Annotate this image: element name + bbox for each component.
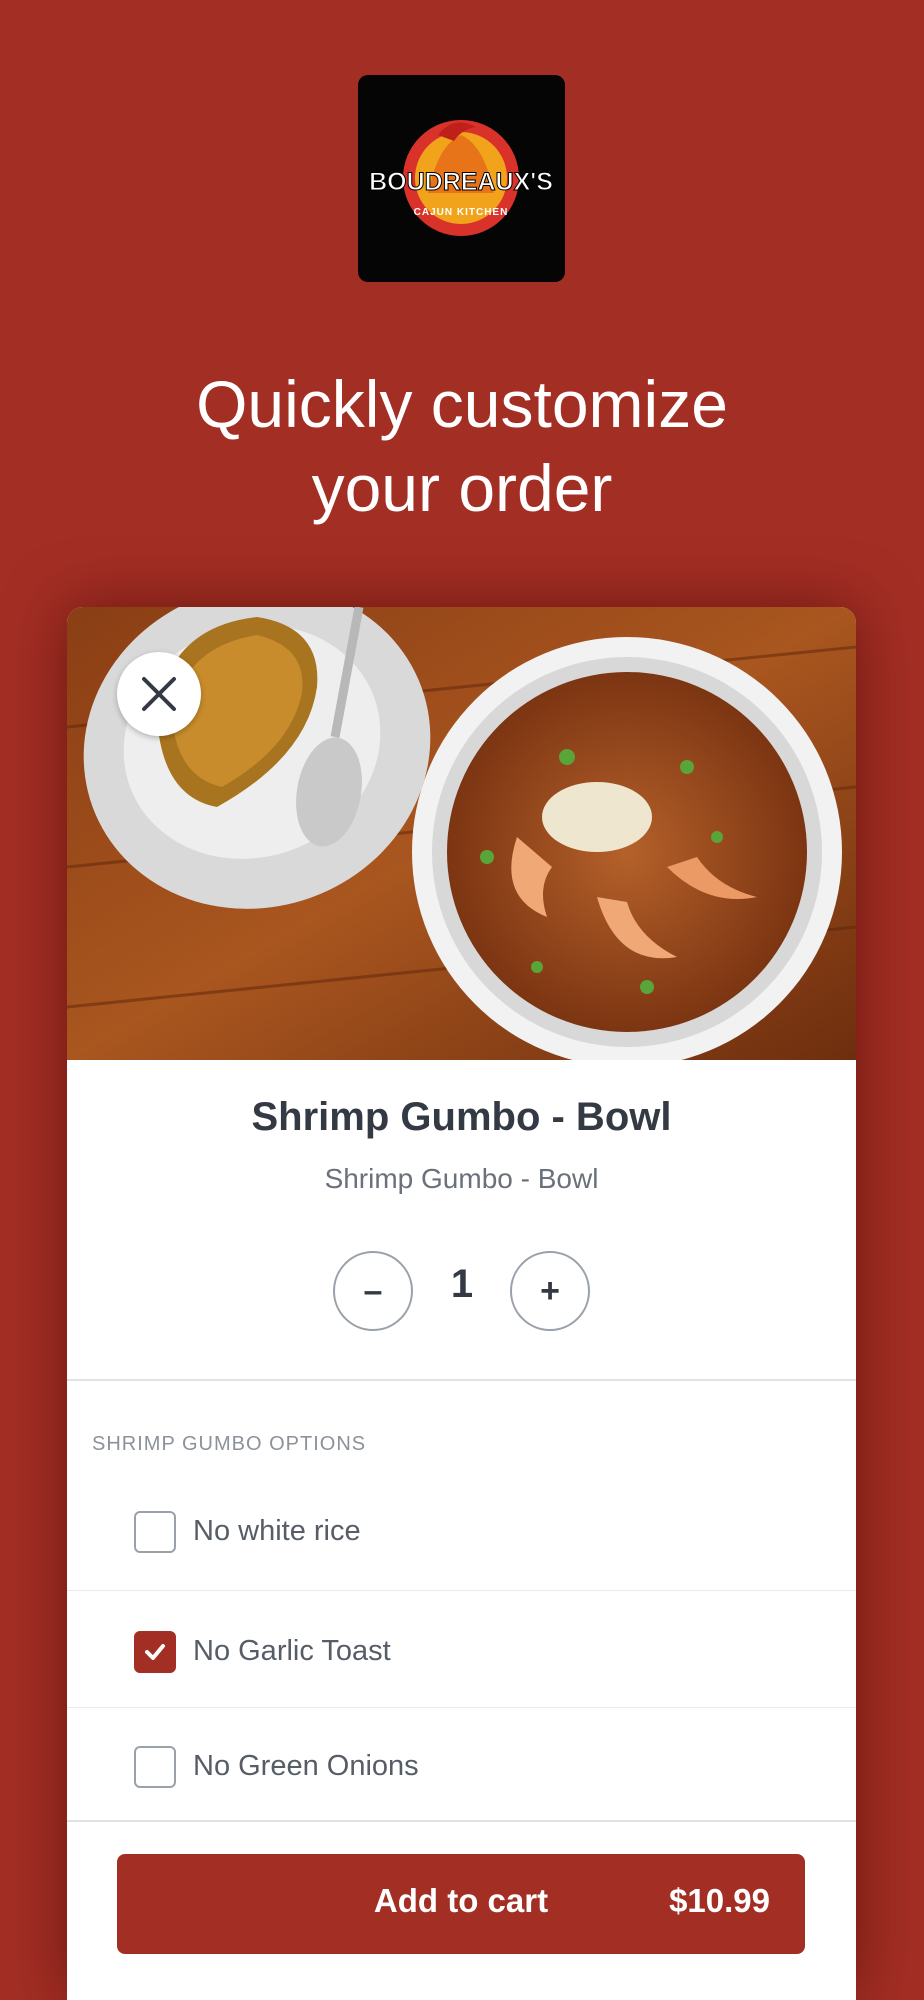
options-section-header: SHRIMP GUMBO OPTIONS <box>92 1433 367 1455</box>
check-icon <box>145 1644 165 1660</box>
footer-divider <box>67 1820 856 1822</box>
item-title: Shrimp Gumbo - Bowl <box>251 1095 672 1139</box>
close-icon <box>142 677 176 711</box>
decrease-quantity-button[interactable]: – <box>333 1251 413 1331</box>
option-checkbox[interactable] <box>134 1511 176 1553</box>
increase-quantity-button[interactable]: + <box>510 1251 590 1331</box>
item-customization-card: Shrimp Gumbo - Bowl Shrimp Gumbo - Bowl … <box>67 607 856 2000</box>
option-checkbox[interactable] <box>134 1746 176 1788</box>
option-no-green-onions[interactable]: No Green Onions <box>67 1722 856 1812</box>
headline-line-1: Quickly customize <box>196 367 728 441</box>
quantity-value: 1 <box>450 1262 474 1306</box>
option-no-white-rice[interactable]: No white rice <box>67 1487 856 1577</box>
option-label: No white rice <box>193 1515 361 1547</box>
section-divider <box>67 1379 856 1381</box>
add-to-cart-button[interactable]: Add to cart $10.99 <box>117 1854 805 1954</box>
logo-name: BOUDREAUX'S <box>369 168 553 196</box>
promo-headline: Quickly customize your order <box>0 362 924 530</box>
option-checkbox-checked[interactable] <box>134 1631 176 1673</box>
row-divider <box>67 1707 856 1708</box>
close-button[interactable] <box>117 652 201 736</box>
option-label: No Garlic Toast <box>193 1635 391 1667</box>
headline-line-2: your order <box>311 451 613 525</box>
option-label: No Green Onions <box>193 1750 419 1782</box>
row-divider <box>67 1590 856 1591</box>
item-description: Shrimp Gumbo - Bowl <box>324 1163 599 1194</box>
option-no-garlic-toast[interactable]: No Garlic Toast <box>67 1607 856 1697</box>
logo-tagline: CAJUN KITCHEN <box>414 207 509 218</box>
restaurant-logo: BOUDREAUX'S CAJUN KITCHEN <box>358 75 565 282</box>
cart-price: $10.99 <box>669 1882 770 1919</box>
